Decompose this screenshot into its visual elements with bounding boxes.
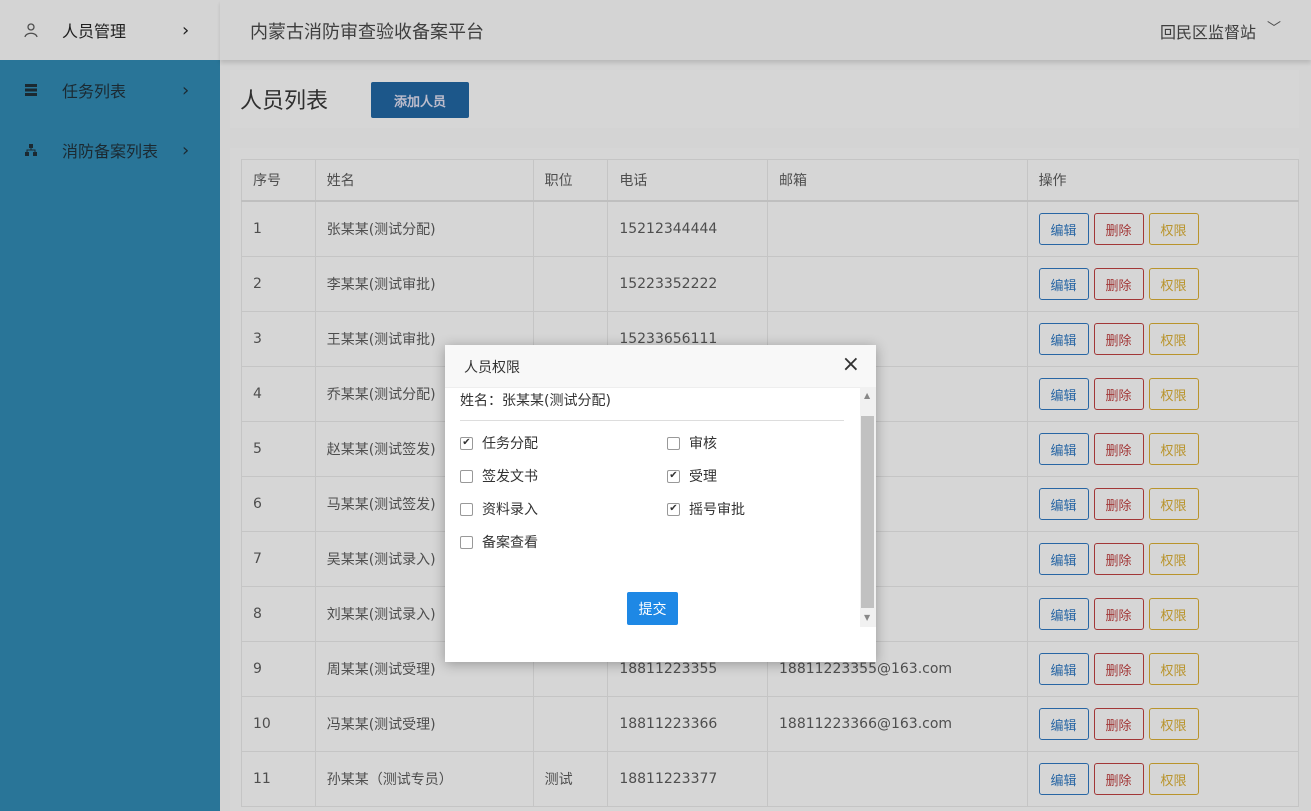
- checkbox[interactable]: [460, 502, 473, 516]
- divider: [460, 420, 844, 421]
- perm-issue-doc[interactable]: 签发文书: [460, 466, 538, 486]
- perm-lottery-approve[interactable]: ✔ 摇号审批: [667, 499, 745, 519]
- submit-button[interactable]: 提交: [627, 592, 678, 625]
- modal-body: 姓名：张某某(测试分配) ✔ 任务分配 审核 签发文书 ✔ 受理 资料录入 ✔ 摇号审…: [445, 387, 860, 627]
- scroll-thumb[interactable]: [861, 416, 874, 608]
- perm-label: 受理: [689, 469, 717, 485]
- scroll-up-icon[interactable]: ▲: [864, 391, 870, 400]
- checkbox[interactable]: ✔: [667, 469, 680, 483]
- modal-title: 人员权限: [464, 360, 520, 376]
- perm-label: 审核: [689, 436, 717, 452]
- perm-accept[interactable]: ✔ 受理: [667, 466, 717, 486]
- checkbox[interactable]: ✔: [460, 436, 473, 450]
- checkbox[interactable]: [460, 535, 473, 549]
- permission-modal: 人员权限 × 姓名：张某某(测试分配) ✔ 任务分配 审核 签发文书 ✔ 受理 资料…: [445, 345, 876, 662]
- perm-task-assign[interactable]: ✔ 任务分配: [460, 433, 538, 453]
- checkbox[interactable]: [667, 436, 680, 450]
- perm-label: 资料录入: [482, 502, 538, 518]
- modal-header: 人员权限 ×: [445, 345, 876, 388]
- perm-review[interactable]: 审核: [667, 433, 717, 453]
- checkbox[interactable]: ✔: [667, 502, 680, 516]
- close-icon[interactable]: ×: [842, 353, 860, 377]
- scrollbar[interactable]: ▲ ▼: [860, 387, 876, 627]
- checkbox[interactable]: [460, 469, 473, 483]
- perm-label: 摇号审批: [689, 502, 745, 518]
- perm-record-view[interactable]: 备案查看: [460, 532, 538, 552]
- scroll-down-icon[interactable]: ▼: [864, 613, 870, 622]
- perm-label: 备案查看: [482, 535, 538, 551]
- perm-label: 任务分配: [482, 436, 538, 452]
- perm-label: 签发文书: [482, 469, 538, 485]
- perm-data-entry[interactable]: 资料录入: [460, 499, 538, 519]
- person-name-line: 姓名：张某某(测试分配): [460, 393, 611, 409]
